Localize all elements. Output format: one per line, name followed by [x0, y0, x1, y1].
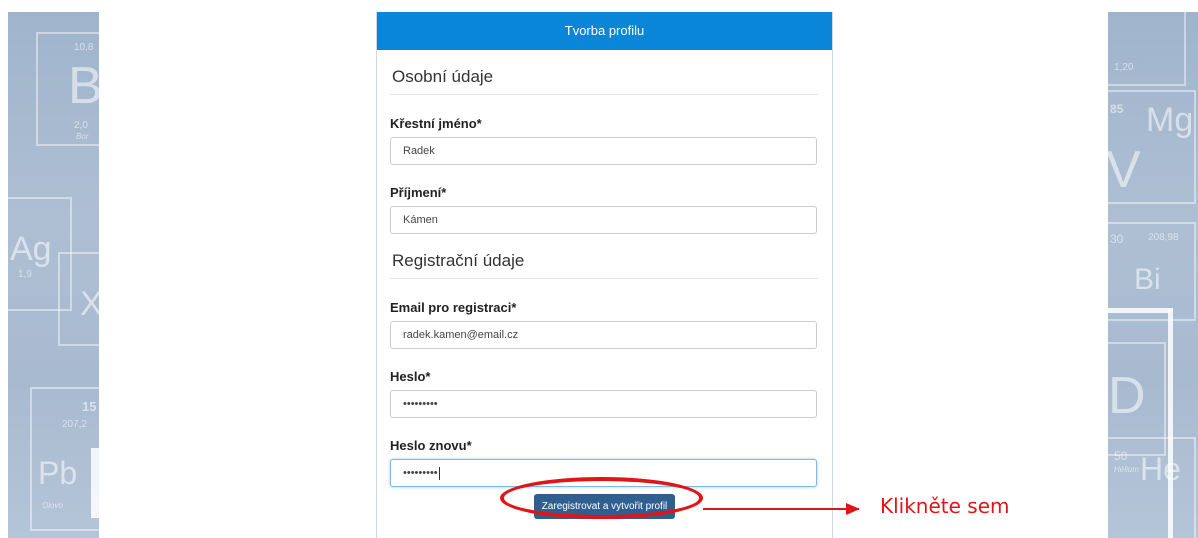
right-background-panel: 1,20 85 Mg V 30 208,98 Bi D 50 Hélium He	[1108, 12, 1198, 538]
email-input[interactable]: radek.kamen@email.cz	[390, 321, 817, 349]
password-again-value: •••••••••	[403, 467, 438, 479]
password-label: Heslo*	[390, 369, 431, 384]
panel-title: Tvorba profilu	[377, 12, 832, 50]
password-again-label: Heslo znovu*	[390, 438, 472, 453]
element-tile: 30 208,98 Bi	[1108, 222, 1196, 321]
click-here-hint: Klikněte sem	[880, 494, 1010, 518]
text-caret	[438, 466, 440, 480]
highlight-bar	[91, 448, 99, 518]
tile-number: 207,2	[62, 419, 88, 430]
tile-value: 15	[82, 399, 97, 414]
tile-name: Olovo	[42, 501, 63, 510]
arrow-head-icon	[846, 503, 860, 515]
tile-value: 50	[1114, 449, 1128, 463]
element-tile: 10,8 B 2,0 Bor	[36, 32, 99, 146]
profile-form-panel: Tvorba profilu Osobní údaje Křestní jmén…	[376, 12, 833, 538]
tile-number: 1,20	[1114, 62, 1134, 73]
tile-symbol: Ag	[10, 230, 52, 268]
tile-value: 30	[1110, 232, 1124, 246]
arrow-line	[703, 508, 859, 510]
last-name-label: Příjmení*	[390, 185, 447, 200]
element-tile: 15 207,2 Pb Olovo	[30, 387, 99, 531]
tile-name: Hélium	[1114, 465, 1139, 474]
tile-symbol: Bi	[1134, 263, 1161, 296]
tile-symbol: Mg	[1146, 101, 1194, 139]
tile-value: 2,0	[74, 120, 88, 131]
section-title-personal: Osobní údaje	[390, 67, 818, 95]
email-value: radek.kamen@email.cz	[403, 329, 519, 341]
highlight-ellipse	[500, 477, 703, 519]
tile-symbol: X	[80, 285, 99, 323]
email-label: Email pro registraci*	[390, 300, 517, 315]
tile-symbol: He	[1140, 451, 1181, 487]
section-title-registration: Registrační údaje	[390, 251, 818, 279]
highlight-bar	[1108, 308, 1170, 313]
left-background-panel: 10,8 B 2,0 Bor Ag 1,9 X 15 207,2 Pb Olov…	[8, 12, 99, 538]
first-name-label: Křestní jméno*	[390, 116, 482, 131]
element-tile: 1,20	[1108, 12, 1186, 86]
tile-symbol: Pb	[38, 455, 78, 491]
tile-symbol: V	[1108, 141, 1141, 199]
password-value: •••••••••	[403, 398, 438, 410]
first-name-input[interactable]: Radek	[390, 137, 817, 165]
last-name-value: Kámen	[403, 214, 438, 226]
tile-symbol: D	[1108, 367, 1146, 425]
tile-symbol: B	[68, 57, 99, 115]
form-body: Osobní údaje Křestní jméno* Radek Příjme…	[377, 67, 832, 487]
tile-name: Bor	[76, 132, 89, 141]
element-tile: 50 Hélium He	[1108, 437, 1196, 538]
password-input[interactable]: •••••••••	[390, 390, 817, 418]
element-tile: 85 Mg V	[1108, 90, 1196, 204]
first-name-value: Radek	[403, 145, 435, 157]
tile-value: 1,9	[18, 269, 32, 280]
tile-number: 208,98	[1148, 232, 1179, 243]
tile-value: 85	[1110, 102, 1124, 116]
element-tile: X	[58, 252, 99, 346]
last-name-input[interactable]: Kámen	[390, 206, 817, 234]
tile-number: 10,8	[74, 42, 94, 53]
